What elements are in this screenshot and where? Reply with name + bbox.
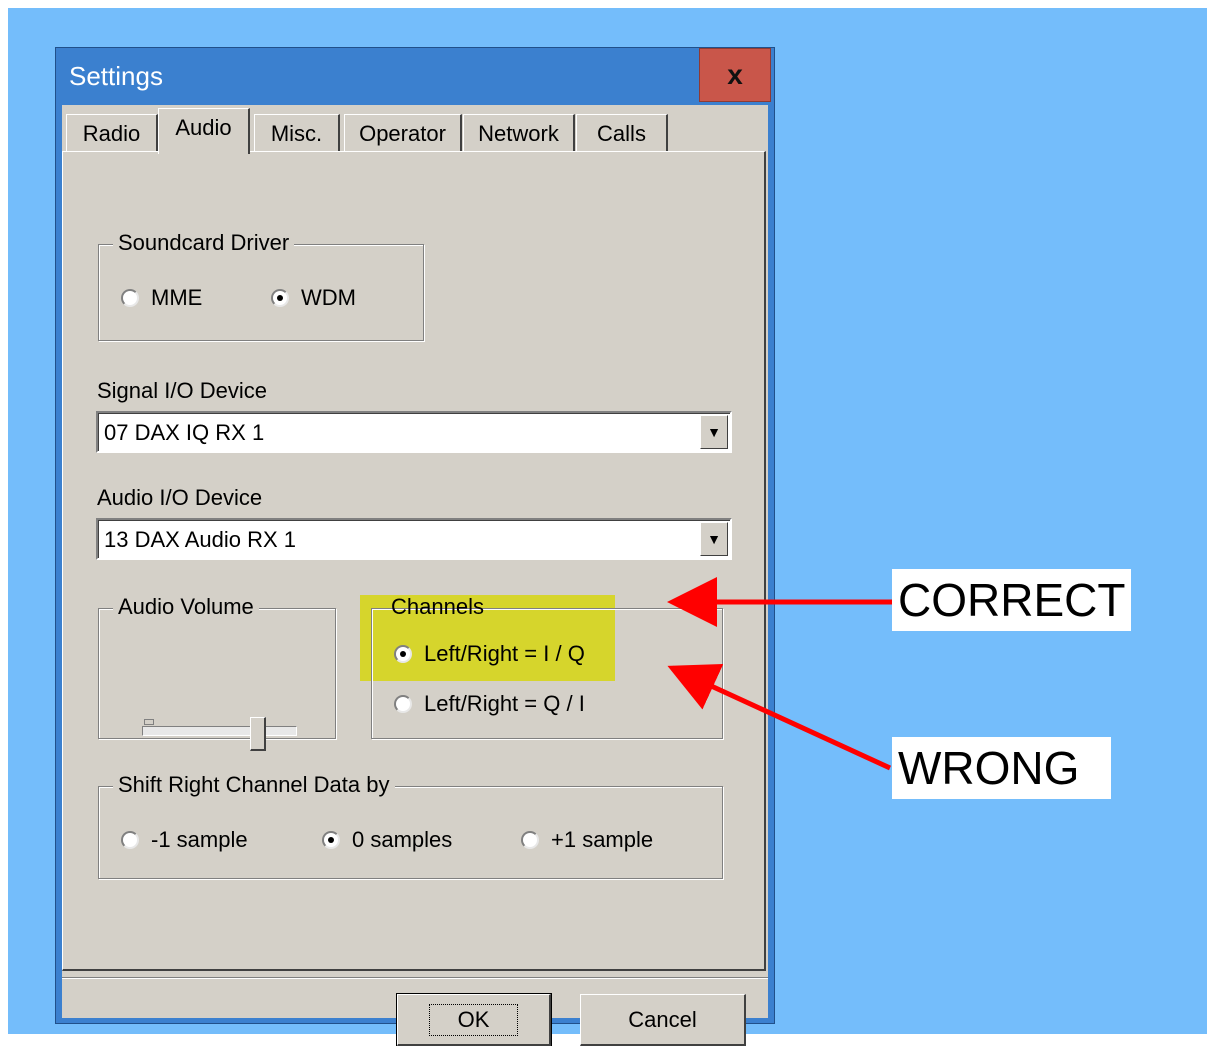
chevron-down-icon[interactable]: ▼ (700, 415, 728, 449)
radio-mme-indicator (121, 289, 139, 307)
tab-audio[interactable]: Audio (158, 108, 250, 154)
channels-group: Channels Left/Right = I / Q Left/Right =… (371, 594, 723, 739)
radio-plus-one-sample[interactable]: +1 sample (521, 827, 653, 853)
audio-volume-legend: Audio Volume (113, 594, 259, 620)
radio-minus-one-indicator (121, 831, 139, 849)
soundcard-driver-legend: Soundcard Driver (113, 230, 295, 256)
radio-left-right-qi[interactable]: Left/Right = Q / I (394, 691, 585, 717)
tab-calls[interactable]: Calls (576, 114, 668, 152)
cancel-button-label: Cancel (628, 1006, 697, 1032)
radio-mme-label: MME (151, 285, 203, 310)
ok-button[interactable]: OK (396, 993, 552, 1046)
radio-minus-one-label: -1 sample (151, 827, 248, 852)
close-button[interactable]: x (699, 48, 771, 102)
signal-io-select[interactable]: 07 DAX IQ RX 1 ▼ (96, 411, 732, 453)
radio-qi-indicator (394, 695, 412, 713)
chevron-down-icon[interactable]: ▼ (700, 522, 728, 556)
volume-slider-track[interactable] (142, 726, 297, 736)
radio-wdm[interactable]: WDM (271, 285, 356, 311)
audio-io-select[interactable]: 13 DAX Audio RX 1 ▼ (96, 518, 732, 560)
window-title: Settings (69, 61, 163, 91)
signal-io-label: Signal I/O Device (97, 378, 267, 403)
radio-zero-samples[interactable]: 0 samples (322, 827, 452, 853)
radio-wdm-label: WDM (301, 285, 356, 310)
shift-right-channel-group: Shift Right Channel Data by -1 sample 0 … (98, 772, 723, 879)
footer-separator (62, 977, 768, 979)
audio-io-label: Audio I/O Device (97, 485, 263, 510)
close-icon: x (727, 59, 743, 90)
radio-zero-indicator (322, 831, 340, 849)
correct-annotation: CORRECT (892, 569, 1132, 631)
slider-tick-marker (144, 719, 154, 725)
radio-minus-one-sample[interactable]: -1 sample (121, 827, 248, 853)
radio-zero-label: 0 samples (352, 827, 453, 852)
radio-wdm-indicator (271, 289, 289, 307)
radio-mme[interactable]: MME (121, 285, 202, 311)
radio-plus-one-indicator (521, 831, 539, 849)
ok-button-label: OK (428, 1003, 519, 1036)
signal-io-value: 07 DAX IQ RX 1 (104, 420, 265, 445)
tab-misc[interactable]: Misc. (254, 114, 340, 152)
soundcard-driver-group: Soundcard Driver MME WDM (98, 230, 424, 341)
shift-legend: Shift Right Channel Data by (113, 772, 395, 798)
title-bar[interactable]: Settings x (56, 48, 774, 105)
channels-legend: Channels (391, 594, 484, 619)
cancel-button[interactable]: Cancel (580, 994, 746, 1046)
radio-left-right-iq[interactable]: Left/Right = I / Q (394, 641, 585, 667)
volume-slider-thumb[interactable] (250, 717, 266, 751)
radio-iq-indicator (394, 645, 412, 663)
tab-operator[interactable]: Operator (344, 114, 462, 152)
tab-radio[interactable]: Radio (66, 114, 158, 152)
wrong-annotation: WRONG (892, 737, 1112, 799)
tab-network[interactable]: Network (463, 114, 575, 152)
settings-dialog: Settings x Radio Audio Misc. Operator Ne… (55, 47, 775, 1046)
audio-volume-group: Audio Volume (98, 594, 336, 739)
audio-io-value: 13 DAX Audio RX 1 (104, 527, 297, 552)
radio-qi-label: Left/Right = Q / I (424, 691, 585, 716)
dialog-client-area: Radio Audio Misc. Operator Network Calls… (62, 105, 768, 1046)
radio-iq-label: Left/Right = I / Q (424, 641, 585, 666)
radio-plus-one-label: +1 sample (551, 827, 654, 852)
